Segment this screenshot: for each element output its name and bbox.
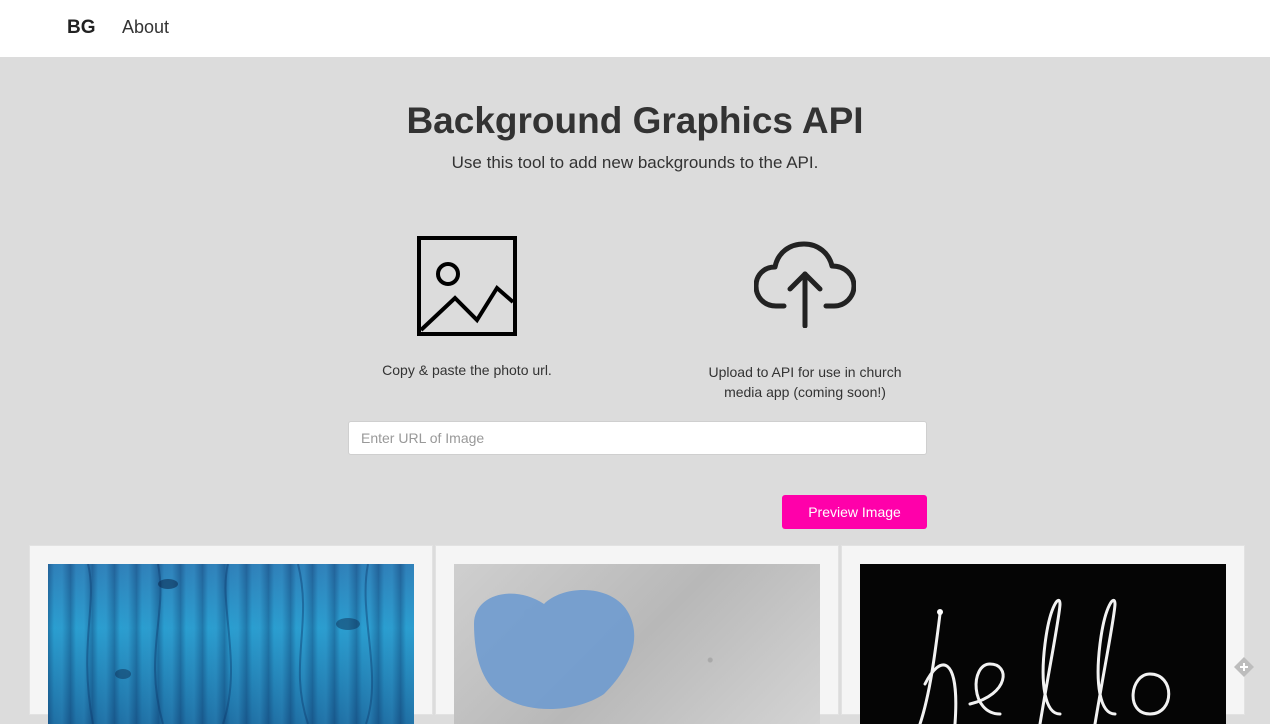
gallery-card[interactable] xyxy=(841,545,1245,724)
page-subtitle: Use this tool to add new backgrounds to … xyxy=(451,153,819,172)
blue-wood-image xyxy=(48,564,414,724)
feature-caption-upload: Upload to API for use in church media ap… xyxy=(708,364,902,400)
hello-light-image xyxy=(860,564,1226,724)
image-url-input[interactable] xyxy=(348,421,927,455)
feedback-icon[interactable] xyxy=(1233,656,1255,678)
navbar: BG About xyxy=(0,0,1270,57)
feature-caption-copy: Copy & paste the photo url. xyxy=(382,362,552,378)
feature-upload-api: Upload to API for use in church media ap… xyxy=(705,240,905,402)
page-title: Background Graphics API xyxy=(406,100,864,141)
cloud-upload-icon xyxy=(754,241,856,328)
nav-about-link[interactable]: About xyxy=(122,17,169,38)
gallery-card[interactable] xyxy=(435,545,839,724)
brand-link[interactable]: BG xyxy=(67,17,96,39)
preview-image-button[interactable]: Preview Image xyxy=(782,495,927,529)
feature-copy-url: Copy & paste the photo url. xyxy=(367,236,567,380)
image-icon xyxy=(417,236,517,336)
concrete-heart-image xyxy=(454,564,820,724)
gallery-card[interactable] xyxy=(29,545,433,724)
